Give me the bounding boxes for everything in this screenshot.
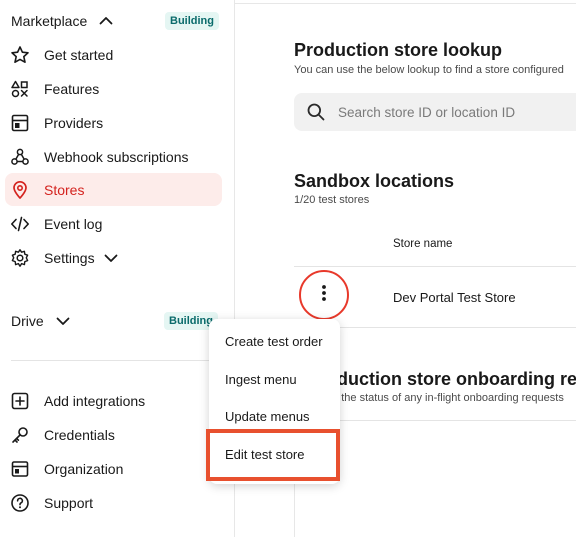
sidebar-item-label: Support	[44, 494, 94, 511]
menu-item-update-menus[interactable]: Update menus	[225, 409, 310, 424]
sidebar-item-label: Providers	[44, 114, 104, 131]
sidebar-item-providers[interactable]: Providers	[5, 106, 222, 139]
marketplace-status-badge: Building	[165, 12, 219, 30]
sidebar-item-get-started[interactable]: Get started	[5, 38, 222, 71]
marketplace-label: Marketplace	[11, 13, 88, 29]
search-icon	[306, 102, 326, 122]
sandbox-store-count: 1/20 test stores	[294, 194, 370, 206]
sandbox-title: Sandbox locations	[294, 171, 455, 191]
sidebar-item-organization[interactable]: Organization	[5, 452, 222, 485]
table-row-store-name[interactable]: Dev Portal Test Store	[393, 290, 516, 305]
sidebar-item-label: Organization	[44, 460, 124, 477]
gear-icon	[9, 247, 31, 269]
sidebar-item-settings[interactable]: Settings	[5, 241, 222, 274]
sidebar-item-label: Features	[44, 80, 100, 97]
chevron-up-icon	[97, 12, 115, 30]
sidebar-item-label: Get started	[44, 46, 114, 63]
highlight-annotation-box	[206, 429, 340, 481]
top-divider	[235, 3, 576, 4]
menu-item-ingest-menu[interactable]: Ingest menu	[225, 372, 297, 387]
sidebar-item-stores[interactable]: Stores	[5, 173, 222, 206]
marketplace-section-toggle[interactable]: Marketplace	[11, 10, 115, 32]
menu-item-create-test-order[interactable]: Create test order	[225, 334, 323, 349]
location-pin-icon	[9, 179, 31, 201]
sidebar-item-label: Stores	[44, 181, 85, 198]
more-vertical-icon	[321, 284, 327, 307]
onboarding-title: Production store onboarding requests	[307, 369, 576, 389]
layout-icon	[9, 112, 31, 134]
star-icon	[9, 44, 31, 66]
sidebar-item-credentials[interactable]: Credentials	[5, 418, 222, 451]
column-header-store-name: Store name	[393, 238, 453, 250]
plus-square-icon	[9, 390, 31, 412]
sidebar-item-add-integrations[interactable]: Add integrations	[5, 384, 222, 417]
sidebar-item-webhook-subscriptions[interactable]: Webhook subscriptions	[5, 140, 222, 173]
drive-label: Drive	[11, 313, 44, 329]
lookup-title: Production store lookup	[294, 40, 503, 60]
shapes-icon	[9, 78, 31, 100]
sidebar-divider	[11, 360, 223, 361]
sidebar-item-label: Add integrations	[44, 392, 146, 409]
sidebar-item-event-log[interactable]: Event log	[5, 207, 222, 240]
lookup-subtitle: You can use the below lookup to find a s…	[294, 64, 564, 76]
help-circle-icon	[9, 492, 31, 514]
chevron-down-icon	[54, 312, 72, 330]
chevron-down-icon	[103, 250, 119, 266]
sidebar: Marketplace Building Get started Feature…	[0, 0, 235, 537]
code-icon	[9, 213, 31, 235]
sidebar-item-label: Credentials	[44, 426, 115, 443]
key-icon	[9, 424, 31, 446]
row-actions-button[interactable]	[299, 270, 349, 320]
sidebar-item-features[interactable]: Features	[5, 72, 222, 105]
store-search-field[interactable]: Search store ID or location ID	[294, 93, 576, 131]
building-icon	[9, 458, 31, 480]
sidebar-item-label: Webhook subscriptions	[44, 148, 189, 165]
sidebar-item-support[interactable]: Support	[5, 486, 222, 519]
sidebar-item-label: Settings	[44, 249, 95, 266]
table-header-divider	[294, 266, 576, 267]
onboarding-subtitle: Check the status of any in-flight onboar…	[307, 392, 564, 404]
sidebar-item-label: Event log	[44, 215, 103, 232]
drive-section-toggle[interactable]: Drive	[11, 310, 72, 332]
webhook-icon	[9, 146, 31, 168]
search-input[interactable]: Search store ID or location ID	[338, 105, 515, 120]
